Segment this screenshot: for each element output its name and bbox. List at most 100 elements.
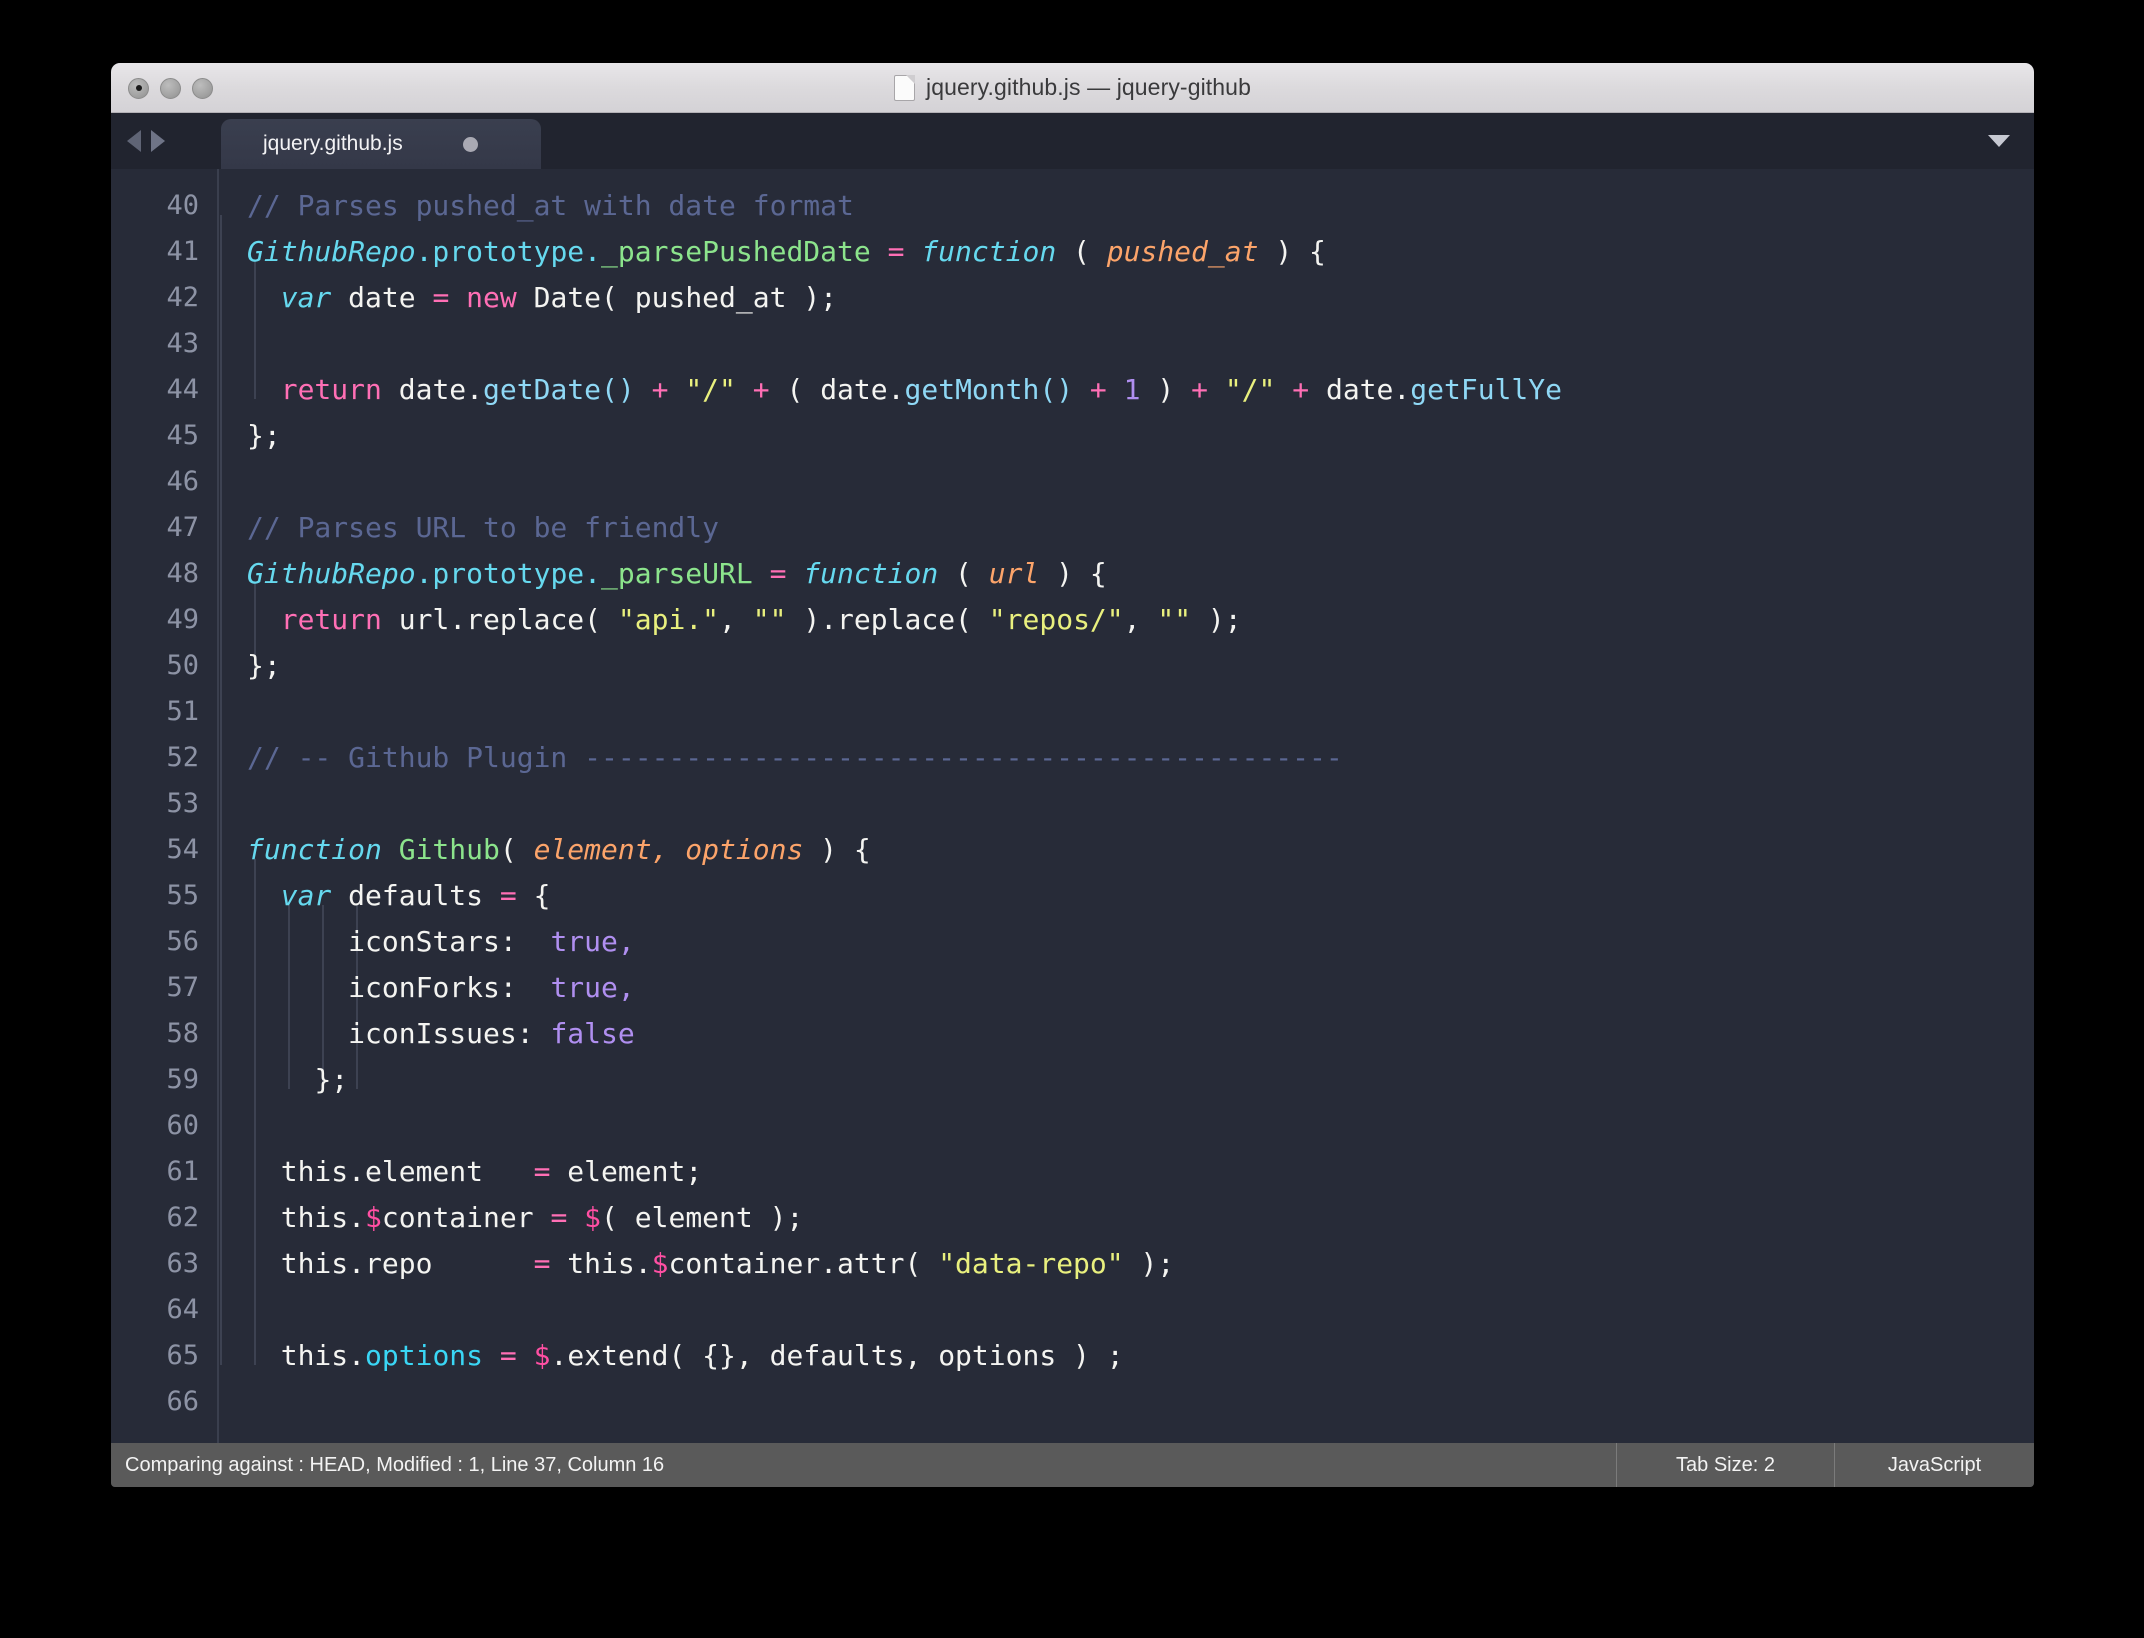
code-line-59: }; xyxy=(247,1057,2034,1103)
token-string: "" xyxy=(1157,603,1191,636)
token-keyword: var xyxy=(281,879,332,912)
token-sigil: $ xyxy=(652,1247,669,1280)
chevron-down-icon xyxy=(1988,135,2010,147)
code-line-41: GithubRepo.prototype._parsePushedDate = … xyxy=(247,229,2034,275)
token-punct: , xyxy=(618,971,635,1004)
line-number: 60 xyxy=(111,1103,219,1149)
token-string: "data-repo" xyxy=(938,1247,1123,1280)
token-operator: = xyxy=(550,1201,567,1234)
line-number: 43 xyxy=(111,321,219,367)
code-line-51 xyxy=(247,689,2034,735)
code-line-54: function Github( element, options ) { xyxy=(247,827,2034,873)
line-number: 58 xyxy=(111,1011,219,1057)
token-comment: // Parses URL to be friendly xyxy=(247,511,719,544)
token-string: "repos/" xyxy=(989,603,1124,636)
token-punct: ( xyxy=(1056,235,1107,268)
token-property: options xyxy=(365,1339,483,1372)
code-line-62: this.$container = $( element ); xyxy=(247,1195,2034,1241)
tab-jquery-github-js[interactable]: jquery.github.js xyxy=(221,119,541,169)
status-bar: Comparing against : HEAD, Modified : 1, … xyxy=(111,1443,2034,1487)
token-operator: + xyxy=(1275,373,1326,406)
token-plain: Date( pushed_at ); xyxy=(517,281,837,314)
code-line-46 xyxy=(247,459,2034,505)
tab-bar: jquery.github.js xyxy=(111,113,2034,169)
line-number: 48 xyxy=(111,551,219,597)
token-key: iconForks: xyxy=(348,971,550,1004)
token-punct: }; xyxy=(247,419,281,452)
token-string: "api." xyxy=(618,603,719,636)
token-plain: element; xyxy=(550,1155,702,1188)
token-sigil: $ xyxy=(584,1201,601,1234)
token-plain: ( element ); xyxy=(601,1201,803,1234)
token-plain: this. xyxy=(281,1339,365,1372)
token-keyword: function xyxy=(247,833,382,866)
code-line-42: var date = new Date( pushed_at ); xyxy=(247,275,2034,321)
token-class: GithubRepo xyxy=(247,557,416,590)
token-method: getDate() xyxy=(483,373,635,406)
screen: jquery.github.js — jquery-github jquery.… xyxy=(0,0,2144,1638)
code-line-65: this.options = $.extend( {}, defaults, o… xyxy=(247,1333,2034,1379)
token-keyword: function xyxy=(921,235,1056,268)
close-button[interactable] xyxy=(128,78,149,99)
status-language[interactable]: JavaScript xyxy=(1834,1443,2034,1487)
line-number: 54 xyxy=(111,827,219,873)
window-title-text: jquery.github.js — jquery-github xyxy=(926,74,1251,101)
token-boolean: true xyxy=(550,925,617,958)
traffic-light-group xyxy=(128,63,213,113)
token-function-name: Github xyxy=(382,833,500,866)
status-tab-size[interactable]: Tab Size: 2 xyxy=(1616,1443,1834,1487)
line-number: 50 xyxy=(111,643,219,689)
code-line-47: // Parses URL to be friendly xyxy=(247,505,2034,551)
token-operator: + xyxy=(1073,373,1124,406)
token-keyword: return xyxy=(281,373,382,406)
code-line-53 xyxy=(247,781,2034,827)
code-line-61: this.element = element; xyxy=(247,1149,2034,1195)
code-editor[interactable]: 40 41 42 43 44 45 46 47 48 49 50 51 52 5… xyxy=(111,169,2034,1443)
status-git-info: Comparing against : HEAD, Modified : 1, … xyxy=(111,1454,1616,1477)
tab-overflow-menu[interactable] xyxy=(1988,113,2010,169)
line-number: 42 xyxy=(111,275,219,321)
token-operator: = xyxy=(871,235,922,268)
token-plain: this. xyxy=(281,1201,365,1234)
token-punct: ).replace( xyxy=(786,603,988,636)
token-punct: ) xyxy=(1141,373,1192,406)
code-line-56: iconStars: true, xyxy=(247,919,2034,965)
window-title: jquery.github.js — jquery-github xyxy=(894,74,1251,101)
token-punct: ( xyxy=(500,833,534,866)
chevron-left-icon[interactable] xyxy=(127,130,141,152)
token-param: url xyxy=(989,557,1040,590)
token-plain: date. xyxy=(1326,373,1410,406)
line-number: 49 xyxy=(111,597,219,643)
token-comment: // -- Github Plugin --------------------… xyxy=(247,741,1343,774)
token-plain: this. xyxy=(550,1247,651,1280)
token-punct: ) { xyxy=(1039,557,1106,590)
line-number: 44 xyxy=(111,367,219,413)
chevron-right-icon[interactable] xyxy=(151,130,165,152)
minimize-button[interactable] xyxy=(160,78,181,99)
line-number: 53 xyxy=(111,781,219,827)
token-plain: this.element xyxy=(281,1155,534,1188)
code-content[interactable]: // Parses pushed_at with date format Git… xyxy=(219,169,2034,1443)
token-punct: ) { xyxy=(803,833,870,866)
unsaved-indicator-icon[interactable] xyxy=(463,137,478,152)
code-line-60 xyxy=(247,1103,2034,1149)
line-number: 61 xyxy=(111,1149,219,1195)
token-punct: , xyxy=(1124,603,1158,636)
zoom-button[interactable] xyxy=(192,78,213,99)
token-boolean: false xyxy=(550,1017,634,1050)
token-comment: // Parses pushed_at with date format xyxy=(247,189,854,222)
token-function-name: _parsePushedDate xyxy=(601,235,871,268)
indent-guide xyxy=(220,215,222,1365)
token-operator: = xyxy=(534,1155,551,1188)
token-plain: defaults xyxy=(331,879,500,912)
token-plain: container.attr( xyxy=(668,1247,938,1280)
window-titlebar: jquery.github.js — jquery-github xyxy=(111,63,2034,113)
token-property: .prototype. xyxy=(416,235,601,268)
token-string: "/" xyxy=(685,373,736,406)
line-number: 46 xyxy=(111,459,219,505)
token-punct: , xyxy=(618,925,635,958)
token-plain: .extend( {}, defaults, options ) ; xyxy=(550,1339,1123,1372)
token-string: "/" xyxy=(1225,373,1276,406)
token-operator: + xyxy=(635,373,686,406)
token-operator: = xyxy=(483,1339,534,1372)
